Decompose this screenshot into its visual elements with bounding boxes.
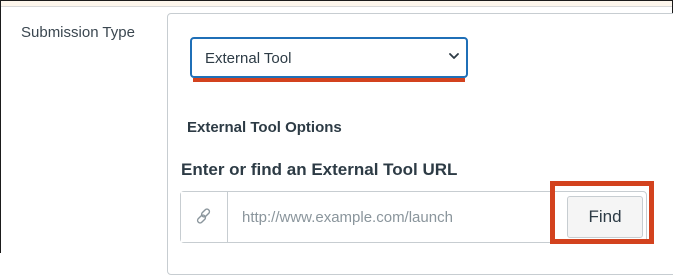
url-addon: [181, 192, 228, 242]
external-tool-url-input[interactable]: [228, 192, 558, 242]
link-icon: [196, 208, 211, 224]
chevron-down-icon: [449, 53, 459, 59]
find-button[interactable]: Find: [567, 196, 643, 238]
external-tool-options-heading: External Tool Options: [187, 119, 342, 136]
select-highlight-underline: [193, 78, 465, 82]
submission-type-select[interactable]: External Tool: [190, 37, 468, 78]
submission-type-selected-value: External Tool: [205, 50, 292, 67]
submission-type-label: Submission Type: [21, 24, 135, 41]
external-tool-url-label: Enter or find an External Tool URL: [181, 160, 458, 179]
